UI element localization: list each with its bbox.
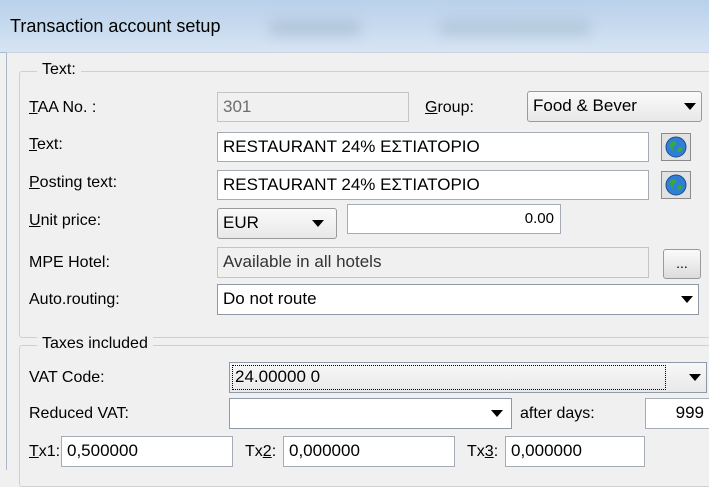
unit-price-label: Unit price: <box>29 212 102 229</box>
group-value: Food & Bever <box>533 96 637 115</box>
tx1-label: Tx1: <box>29 443 61 460</box>
vat-code-value: 24.00000 0 <box>235 367 321 386</box>
chevron-down-icon <box>684 103 696 110</box>
tx2-label: Tx2: <box>245 443 277 460</box>
auto-routing-dropdown[interactable]: Do not route <box>217 284 699 315</box>
taa-no-field[interactable]: 301 <box>217 92 409 122</box>
currency-dropdown[interactable]: EUR <box>217 208 337 239</box>
mpe-hotel-browse-button[interactable]: ... <box>663 249 701 279</box>
mpe-hotel-field: Available in all hotels <box>217 247 649 278</box>
text-group-legend: Text: <box>37 61 81 79</box>
chevron-down-icon <box>491 410 503 417</box>
after-days-label: after days: <box>520 405 595 422</box>
tx3-label: Tx3: <box>467 443 499 460</box>
globe-icon <box>665 136 687 158</box>
dialog-body: Text: TAA No. : 301 Group: Food & Bever … <box>6 52 709 487</box>
group-dropdown[interactable]: Food & Bever <box>527 91 702 122</box>
globe-icon <box>665 174 687 196</box>
auto-routing-value: Do not route <box>223 289 317 308</box>
chevron-down-icon <box>689 374 701 381</box>
chevron-down-icon <box>312 220 324 227</box>
title-bar: Transaction account setup <box>0 0 709 53</box>
vat-code-dropdown[interactable]: 24.00000 0 <box>229 362 707 393</box>
group-label: Group: <box>425 99 474 116</box>
tx2-field[interactable]: 0,000000 <box>283 436 455 467</box>
mpe-hotel-label: MPE Hotel: <box>29 254 110 271</box>
posting-text-field[interactable]: RESTAURANT 24% ΕΣΤΙΑΤΟΡΙΟ <box>217 170 649 200</box>
chevron-down-icon <box>681 296 693 303</box>
reduced-vat-dropdown[interactable] <box>229 398 512 429</box>
title-bar-blur <box>440 20 590 36</box>
window-title: Transaction account setup <box>10 16 221 36</box>
text-translate-button[interactable] <box>661 133 691 161</box>
after-days-field[interactable]: 999 <box>645 398 709 429</box>
reduced-vat-label: Reduced VAT: <box>29 405 129 422</box>
taa-no-label: TAA No. : <box>29 99 97 116</box>
posting-text-label: Posting text: <box>29 174 118 191</box>
text-field[interactable]: RESTAURANT 24% ΕΣΤΙΑΤΟΡΙΟ <box>217 132 649 162</box>
vat-code-label: VAT Code: <box>29 369 105 386</box>
posting-text-translate-button[interactable] <box>661 171 691 199</box>
currency-value: EUR <box>223 213 259 232</box>
unit-price-field[interactable]: 0.00 <box>347 204 561 234</box>
title-bar-blur <box>270 20 360 36</box>
tx1-field[interactable]: 0,500000 <box>61 436 233 467</box>
auto-routing-label: Auto.routing: <box>29 291 120 308</box>
tx3-field[interactable]: 0,000000 <box>505 436 645 467</box>
taxes-group-legend: Taxes included <box>37 335 153 353</box>
text-label: Text: <box>29 136 63 153</box>
